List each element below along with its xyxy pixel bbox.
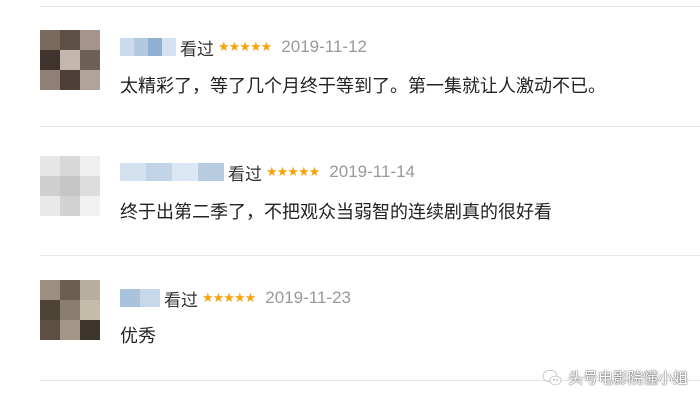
- comment-text: 太精彩了，等了几个月终于等到了。第一集就让人激动不已。: [120, 76, 606, 97]
- comment-date: 2019-11-23: [265, 288, 351, 307]
- username-blurred[interactable]: [120, 38, 176, 56]
- comment-divider: [40, 126, 700, 127]
- rating-stars: ★★★★★: [218, 39, 272, 55]
- watched-label: 看过: [228, 164, 262, 185]
- comment-date: 2019-11-14: [329, 162, 415, 181]
- avatar-pixel: [60, 300, 80, 320]
- comment-text: 优秀: [120, 326, 156, 347]
- avatar-pixel: [60, 320, 80, 340]
- avatar[interactable]: [40, 156, 100, 216]
- avatar-pixel: [40, 30, 60, 50]
- comment-date: 2019-11-12: [281, 37, 367, 56]
- avatar-pixel: [40, 156, 60, 176]
- username-blurred[interactable]: [120, 163, 224, 181]
- avatar-pixel: [40, 320, 60, 340]
- avatar-pixel: [60, 280, 80, 300]
- avatar-pixel: [40, 70, 60, 90]
- avatar-pixel: [40, 196, 60, 216]
- rating-stars: ★★★★★: [202, 290, 256, 306]
- avatar[interactable]: [40, 30, 100, 90]
- avatar-pixel: [60, 50, 80, 70]
- avatar-pixel: [60, 176, 80, 196]
- avatar-pixel: [80, 70, 100, 90]
- avatar-pixel: [60, 156, 80, 176]
- avatar-pixel: [40, 280, 60, 300]
- avatar-pixel: [60, 30, 80, 50]
- avatar-pixel: [80, 30, 100, 50]
- top-divider: [40, 6, 700, 7]
- comment-meta: 看过 ★★★★★ 2019-11-23: [120, 286, 351, 311]
- avatar-pixel: [80, 320, 100, 340]
- avatar-pixel: [80, 176, 100, 196]
- avatar-pixel: [60, 70, 80, 90]
- comment-text: 终于出第二季了，不把观众当弱智的连续剧真的很好看: [120, 202, 552, 223]
- avatar-pixel: [40, 300, 60, 320]
- avatar-pixel: [80, 300, 100, 320]
- avatar[interactable]: [40, 280, 100, 340]
- avatar-pixel: [40, 50, 60, 70]
- watched-label: 看过: [164, 290, 198, 311]
- watermark-text: 头号电影院懂小姐: [567, 369, 688, 387]
- avatar-pixel: [40, 176, 60, 196]
- wechat-icon: [542, 368, 562, 385]
- comment-meta: 看过 ★★★★★ 2019-11-14: [120, 160, 415, 185]
- avatar-pixel: [80, 196, 100, 216]
- watermark: 头号电影院懂小姐: [542, 367, 688, 388]
- avatar-pixel: [60, 196, 80, 216]
- comment-divider: [40, 255, 700, 256]
- comment-meta: 看过 ★★★★★ 2019-11-12: [120, 35, 367, 60]
- avatar-pixel: [80, 156, 100, 176]
- rating-stars: ★★★★★: [266, 164, 320, 180]
- avatar-pixel: [80, 280, 100, 300]
- username-blurred[interactable]: [120, 289, 160, 307]
- avatar-pixel: [80, 50, 100, 70]
- watched-label: 看过: [180, 39, 214, 60]
